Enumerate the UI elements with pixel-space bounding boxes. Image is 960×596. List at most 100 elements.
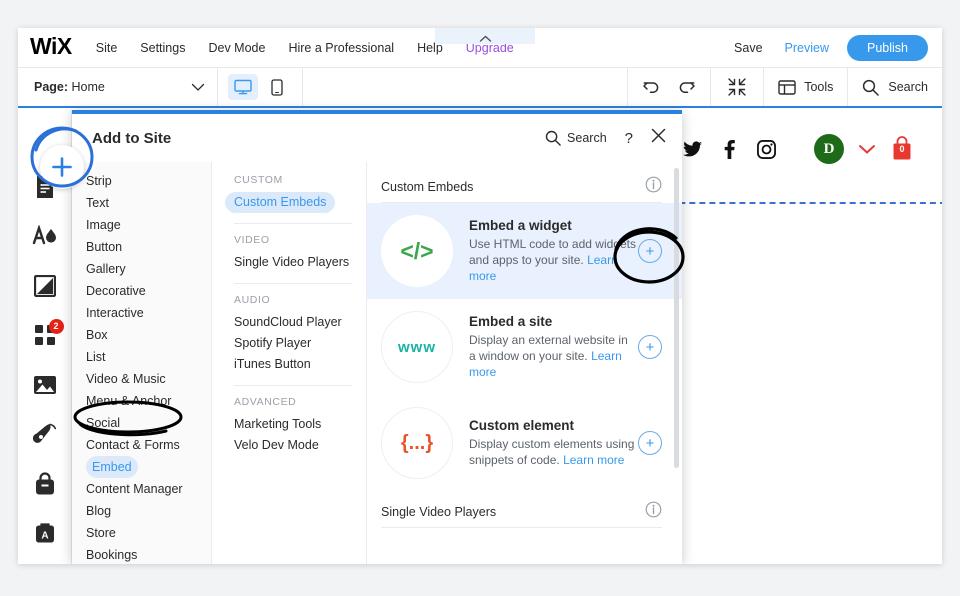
panel-scrollbar[interactable] [674, 168, 679, 468]
category-button[interactable]: Button [72, 236, 211, 258]
apps-badge: 2 [48, 318, 64, 334]
subitem-marketing-tools[interactable]: Marketing Tools [234, 414, 366, 435]
undo-redo-group [628, 68, 712, 106]
rail-background[interactable] [25, 267, 65, 305]
avatar[interactable]: D [814, 134, 844, 164]
theme-icon [32, 225, 56, 245]
divider [234, 283, 352, 284]
embed-description: Display an external website in a window … [469, 332, 637, 380]
embed-a-site-text: Embed a site Display an external website… [469, 314, 637, 380]
add-elements-button[interactable] [40, 145, 84, 189]
panel-close-button[interactable] [651, 128, 666, 148]
category-text[interactable]: Text [72, 192, 211, 214]
info-icon[interactable] [645, 501, 662, 523]
toolbar-spacer [303, 68, 629, 106]
cart-button[interactable]: 0 [890, 136, 914, 162]
rail-store[interactable] [25, 465, 65, 503]
category-gallery[interactable]: Gallery [72, 258, 211, 280]
save-button[interactable]: Save [734, 41, 763, 55]
menu-settings[interactable]: Settings [140, 41, 185, 55]
embed-description: Use HTML code to add widgets and apps to… [469, 236, 637, 284]
menu-site[interactable]: Site [96, 41, 118, 55]
category-embed[interactable]: Embed [86, 456, 138, 478]
wix-logo[interactable]: WiX [30, 33, 72, 60]
add-custom-element-button[interactable]: + [638, 431, 662, 455]
subitem-itunes-button[interactable]: iTunes Button [234, 354, 366, 375]
category-store[interactable]: Store [72, 522, 211, 544]
embed-a-site-row[interactable]: www Embed a site Display an external web… [367, 299, 682, 395]
category-decorative[interactable]: Decorative [72, 280, 211, 302]
blog-pen-icon [32, 423, 56, 444]
svg-text:A: A [41, 531, 48, 542]
page-name: Home [71, 80, 105, 94]
add-to-site-panel: Add to Site Search ? Strip Text Image Bu… [72, 110, 682, 564]
desktop-view-button[interactable] [228, 74, 258, 100]
panel-header: Add to Site Search ? [72, 114, 682, 162]
category-interactive[interactable]: Interactive [72, 302, 211, 324]
category-image[interactable]: Image [72, 214, 211, 236]
zoom-out-button[interactable] [711, 68, 765, 106]
subitem-velo-dev-mode[interactable]: Velo Dev Mode [234, 435, 366, 456]
panel-subcategory-list: CUSTOM Custom Embeds VIDEO Single Video … [212, 162, 367, 564]
rail-apps[interactable]: 2 [25, 317, 65, 355]
chevron-down-icon[interactable] [858, 144, 876, 155]
info-icon[interactable] [645, 176, 662, 198]
background-icon [33, 274, 56, 297]
twitter-icon[interactable] [683, 141, 702, 158]
panel-search-button[interactable]: Search [545, 130, 607, 146]
panel-help-button[interactable]: ? [625, 130, 633, 147]
category-menu-anchor[interactable]: Menu & Anchor [72, 390, 211, 412]
site-social-bar [683, 140, 776, 159]
panel-body: Strip Text Image Button Gallery Decorati… [72, 162, 682, 564]
close-icon [651, 128, 666, 143]
category-video-music[interactable]: Video & Music [72, 368, 211, 390]
subgroup-heading-audio: AUDIO [234, 294, 271, 306]
menu-hire-a-professional[interactable]: Hire a Professional [288, 41, 394, 55]
subitem-custom-embeds[interactable]: Custom Embeds [225, 192, 336, 213]
undo-icon[interactable] [642, 79, 661, 96]
category-social[interactable]: Social [72, 412, 211, 434]
category-blog[interactable]: Blog [72, 500, 211, 522]
embed-a-widget-row[interactable]: </> Embed a widget Use HTML code to add … [367, 203, 682, 299]
rail-blog[interactable] [25, 416, 65, 454]
page-selector[interactable]: Page: Home [18, 68, 218, 106]
search-icon [545, 130, 561, 146]
publish-button[interactable]: Publish [847, 34, 928, 61]
facebook-icon[interactable] [724, 140, 735, 159]
category-bookings[interactable]: Bookings [72, 544, 211, 564]
wix-editor-screen: WiX Site Settings Dev Mode Hire a Profes… [0, 0, 960, 596]
tools-button[interactable]: Tools [764, 68, 849, 106]
rail-theme[interactable] [25, 218, 65, 256]
instagram-icon[interactable] [757, 140, 776, 159]
category-contact-forms[interactable]: Contact & Forms [72, 434, 211, 456]
rail-media[interactable] [25, 366, 65, 404]
category-box[interactable]: Box [72, 324, 211, 346]
category-list[interactable]: List [72, 346, 211, 368]
subitem-single-video-players[interactable]: Single Video Players [234, 252, 366, 273]
rail-bookings[interactable]: A [25, 515, 65, 553]
custom-element-row[interactable]: {...} Custom element Display custom elem… [367, 395, 682, 491]
add-embed-a-widget-button[interactable]: + [638, 239, 662, 263]
category-strip[interactable]: Strip [72, 170, 211, 192]
chevron-down-icon [191, 83, 205, 91]
page-selector-label: Page: Home [34, 80, 105, 94]
toolbar-search-button[interactable]: Search [848, 68, 942, 106]
chevron-up-icon [479, 35, 491, 42]
editor-toolbar: Page: Home Tools Search [18, 68, 942, 108]
add-embed-a-site-button[interactable]: + [638, 335, 662, 359]
subitem-soundcloud-player[interactable]: SoundCloud Player [234, 312, 366, 333]
subitem-spotify-player[interactable]: Spotify Player [234, 333, 366, 354]
cart-count: 0 [899, 144, 905, 154]
learn-more-link[interactable]: Learn more [563, 453, 624, 467]
redo-icon[interactable] [677, 79, 696, 96]
embed-title: Custom element [469, 418, 575, 433]
mobile-icon [271, 78, 283, 96]
upgrade-tab[interactable] [435, 28, 535, 44]
curly-braces-icon: {...} [381, 407, 453, 479]
mobile-view-button[interactable] [262, 74, 292, 100]
preview-button[interactable]: Preview [785, 41, 829, 55]
category-content-manager[interactable]: Content Manager [72, 478, 211, 500]
subgroup-heading-video: VIDEO [234, 234, 270, 246]
menu-dev-mode[interactable]: Dev Mode [208, 41, 265, 55]
divider [234, 223, 352, 224]
